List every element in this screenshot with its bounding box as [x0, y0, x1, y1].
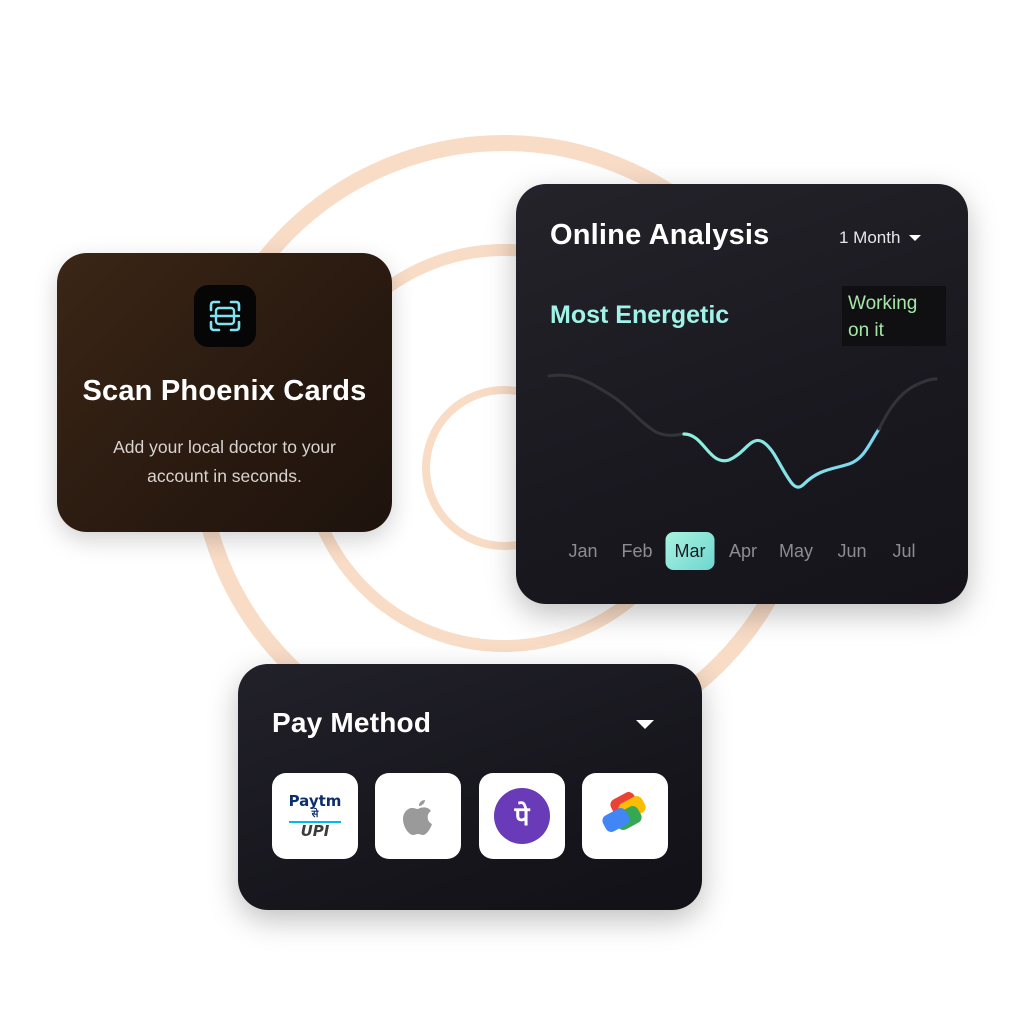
pay-option-paytm-upi[interactable]: Paytm से UPI	[272, 773, 358, 859]
month-may[interactable]: May	[779, 532, 813, 570]
pay-method-title: Pay Method	[272, 707, 432, 738]
scan-card-title: Scan Phoenix Cards	[82, 375, 367, 407]
scan-card-description-line2: account in seconds.	[147, 466, 302, 486]
pay-option-google-pay[interactable]	[582, 773, 668, 859]
analysis-title: Online Analysis	[550, 219, 770, 251]
activity-curve	[547, 373, 938, 489]
paytm-se-text: से	[311, 808, 319, 820]
analysis-status-line2: on it	[848, 320, 884, 341]
scan-card-description-line1: Add your local doctor to your	[113, 437, 336, 457]
curve-dim-right	[877, 377, 938, 431]
paytm-text: Paytm	[288, 791, 342, 810]
period-dropdown[interactable]: 1 Month	[839, 228, 922, 248]
month-apr[interactable]: Apr	[729, 532, 757, 570]
analysis-status: Working on it	[842, 286, 946, 346]
paytm-upi-icon: Paytm से UPI	[288, 791, 342, 839]
analysis-highlight: Most Energetic	[550, 301, 730, 329]
apple-icon	[403, 800, 432, 835]
curve-highlight	[682, 427, 881, 489]
scan-card[interactable]: Scan Phoenix Cards Add your local doctor…	[57, 253, 392, 532]
period-value: 1 Month	[839, 228, 901, 247]
curve-dim-left	[547, 373, 686, 437]
scan-card-icon	[194, 285, 256, 347]
pay-option-apple-pay[interactable]	[375, 773, 461, 859]
pay-method-card: Pay Method Paytm से UPI पे	[238, 664, 702, 910]
pay-option-phonepe[interactable]: पे	[479, 773, 565, 859]
month-jan[interactable]: Jan	[568, 532, 597, 570]
month-mar[interactable]: Mar	[665, 532, 715, 570]
analysis-status-line1: Working	[848, 293, 918, 314]
caret-down-icon[interactable]	[636, 720, 654, 729]
google-pay-icon	[602, 792, 646, 832]
month-jun[interactable]: Jun	[837, 532, 866, 570]
month-feb[interactable]: Feb	[621, 532, 652, 570]
phonepe-glyph: पे	[514, 801, 531, 832]
caret-down-icon	[909, 235, 922, 241]
online-analysis-card: Online Analysis 1 Month Most Energetic W…	[516, 184, 968, 604]
upi-text: UPI	[288, 820, 342, 839]
scan-card-description: Add your local doctor to your account in…	[87, 433, 362, 491]
month-jul[interactable]: Jul	[892, 532, 915, 570]
month-selector: Jan Feb Mar Apr May Jun Jul	[556, 532, 936, 570]
phonepe-icon: पे	[494, 788, 550, 844]
